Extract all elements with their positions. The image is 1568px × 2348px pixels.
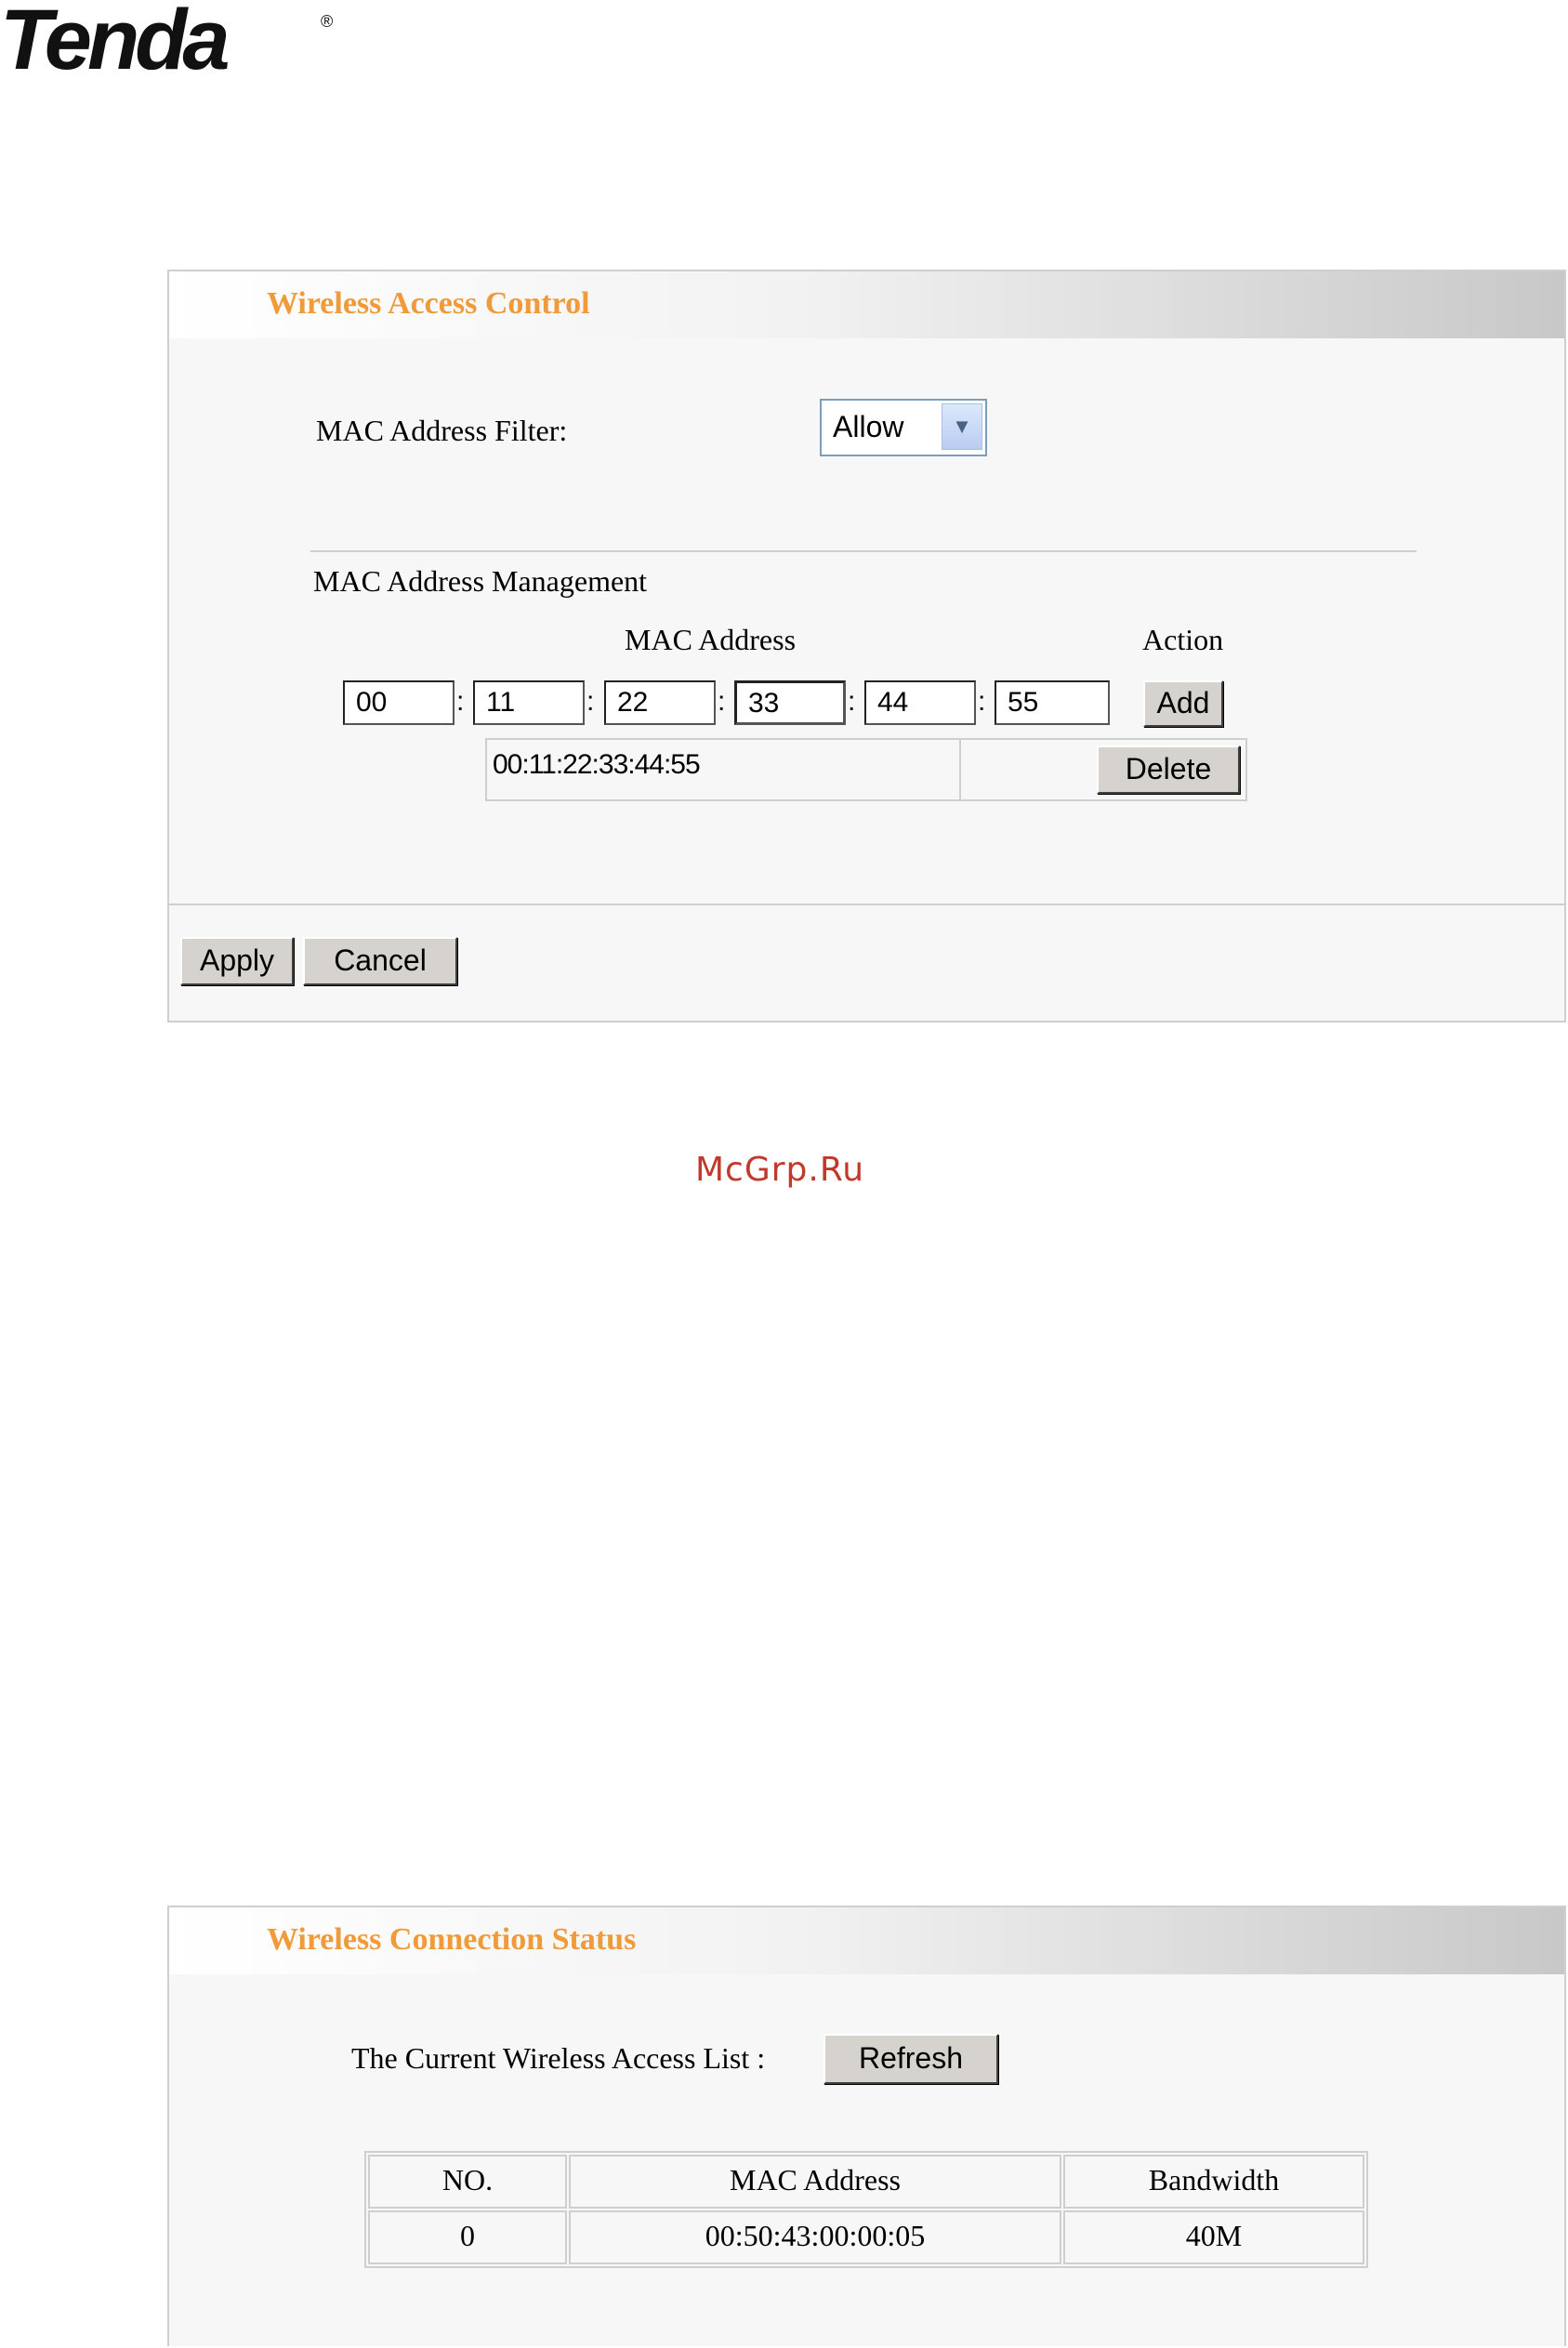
action-column-header: Action [1142,623,1224,656]
table-cell-bandwidth: 40M [1063,2210,1364,2264]
panel-header: Wireless Connection Status [169,1907,1564,1974]
table-cell-no: 0 [368,2210,567,2264]
mac-octet-3-input[interactable]: 22 [604,680,716,725]
panel-title: Wireless Connection Status [267,1922,637,1957]
mac-entry-table: 00:11:22:33:44:55 Delete [485,738,1247,801]
mac-octet-4-input[interactable]: 33 [734,680,846,725]
table-row: 00:11:22:33:44:55 [487,740,961,799]
delete-button[interactable]: Delete [1097,745,1240,794]
mac-filter-value: Allow [833,410,904,443]
registered-mark: ® [321,12,334,31]
refresh-button[interactable]: Refresh [824,2034,998,2084]
mac-separator: : [978,686,986,717]
wireless-access-control-panel: Wireless Access Control MAC Address Filt… [167,270,1566,1022]
apply-button[interactable]: Apply [180,937,294,985]
mac-separator: : [586,686,595,717]
cancel-button[interactable]: Cancel [303,937,457,985]
mac-octet-5-input[interactable]: 44 [864,680,976,725]
column-header-mac: MAC Address [569,2155,1061,2209]
mac-octet-1-input[interactable]: 00 [343,680,455,725]
add-button[interactable]: Add [1143,680,1223,727]
access-list-table: NO. MAC Address Bandwidth 0 00:50:43:00:… [364,2151,1368,2268]
watermark-text: McGrp.Ru [695,1151,865,1189]
mac-separator: : [456,686,465,717]
mac-separator: : [718,686,726,717]
wireless-connection-status-panel: Wireless Connection Status The Current W… [167,1906,1566,2346]
panel-header: Wireless Access Control [169,271,1564,338]
panel-title: Wireless Access Control [267,286,590,321]
column-header-bandwidth: Bandwidth [1063,2155,1364,2209]
column-header-no: NO. [368,2155,567,2209]
mac-address-column-header: MAC Address [625,623,797,656]
section-divider [310,550,1416,552]
tenda-logo: Tenda [0,0,231,87]
mac-management-label: MAC Address Management [313,564,648,598]
mac-filter-select[interactable]: Allow ▼ [820,399,987,456]
mac-octet-6-input[interactable]: 55 [995,680,1110,725]
mac-filter-label: MAC Address Filter: [316,414,568,447]
mac-separator: : [848,686,856,717]
footer-divider [169,904,1564,905]
chevron-down-icon[interactable]: ▼ [942,403,982,450]
mac-octet-2-input[interactable]: 11 [473,680,585,725]
table-cell-mac: 00:50:43:00:00:05 [569,2210,1061,2264]
access-list-label: The Current Wireless Access List : [351,2041,766,2075]
